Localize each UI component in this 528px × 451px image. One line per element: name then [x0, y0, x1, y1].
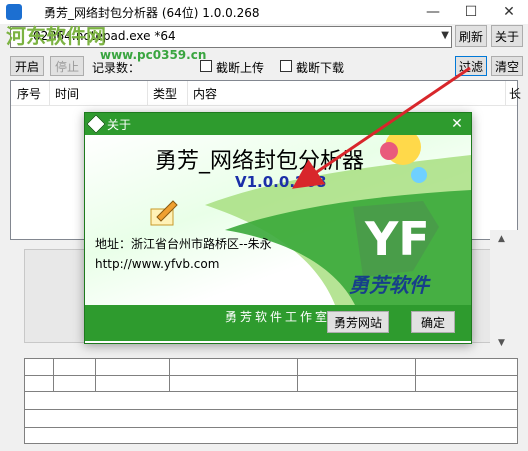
scroll-up-icon[interactable]: ▲ — [498, 234, 505, 244]
maximize-button[interactable]: ☐ — [452, 0, 490, 24]
grid-line — [169, 359, 170, 391]
filter-button[interactable]: 过滤 — [455, 56, 487, 76]
website-url: http://www.yfvb.com — [95, 257, 220, 271]
about-button[interactable]: 关于 — [491, 25, 523, 47]
block-upload-label: 截断上传 — [216, 61, 265, 75]
column-header-time[interactable]: 时间 — [55, 85, 79, 102]
column-header-index[interactable]: 序号 — [17, 85, 41, 102]
packet-list-header: 序号 时间 类型 内容 长 — [11, 81, 521, 106]
close-button[interactable]: ✕ — [490, 0, 528, 24]
grid-line — [25, 427, 517, 428]
about-dialog-title: 关于 — [107, 118, 132, 132]
grid-line — [415, 359, 416, 391]
website-button[interactable]: 勇芳网站 — [327, 311, 389, 333]
minimize-button[interactable]: — — [414, 0, 452, 24]
refresh-button[interactable]: 刷新 — [455, 25, 487, 47]
svg-text:YF: YF — [364, 212, 430, 266]
app-version: V1.0.0.268 — [235, 173, 327, 191]
app-name: 勇芳_网络封包分析器 — [155, 149, 365, 174]
start-button[interactable]: 开启 — [10, 56, 44, 76]
grid-line — [95, 359, 96, 391]
grid-line — [297, 359, 298, 391]
ok-button[interactable]: 确定 — [411, 311, 455, 333]
grid-line — [25, 391, 517, 392]
watermark-site-name: 河东软件网 — [6, 24, 106, 48]
column-divider[interactable] — [505, 81, 506, 105]
column-header-length[interactable]: 长 — [509, 85, 521, 102]
close-icon[interactable]: ✕ — [447, 114, 467, 134]
window-title: 勇芳_网络封包分析器 (64位) 1.0.0.268 — [44, 6, 260, 20]
grid-line — [25, 409, 517, 410]
grid-line — [53, 359, 54, 391]
scroll-down-icon[interactable]: ▼ — [498, 338, 505, 348]
column-divider[interactable] — [147, 81, 148, 105]
address-text: 地址：浙江省台州市路桥区--朱永 — [95, 237, 272, 251]
about-dialog-body: 勇芳_网络封包分析器 V1.0.0.268 YF 勇芳软件 地址：浙江省台州市路… — [85, 135, 471, 343]
block-download-label: 截断下载 — [296, 61, 345, 75]
column-header-content[interactable]: 内容 — [193, 85, 217, 102]
about-dialog-titlebar: 关于 ✕ — [85, 113, 471, 135]
stop-button[interactable]: 停止 — [50, 56, 84, 76]
studio-name: 勇芳软件工作室 — [225, 310, 331, 324]
pencil-icon — [150, 200, 178, 226]
column-divider[interactable] — [187, 81, 188, 105]
column-header-type[interactable]: 类型 — [153, 85, 177, 102]
brand-text: 勇芳软件 — [349, 273, 429, 297]
about-dialog: 关于 ✕ 勇芳_网络封包分析器 V1.0.0.268 YF 勇芳软件 地址：浙江… — [84, 112, 472, 344]
vertical-scrollbar[interactable]: ▲ ▼ — [490, 230, 518, 350]
hex-grid — [24, 358, 518, 444]
block-download-checkbox[interactable] — [280, 60, 292, 72]
app-icon — [6, 4, 22, 20]
chevron-down-icon[interactable]: ▼ — [441, 30, 449, 41]
grid-line — [25, 375, 517, 376]
clear-button[interactable]: 清空 — [491, 56, 523, 76]
column-divider[interactable] — [49, 81, 50, 105]
diamond-icon — [86, 114, 106, 134]
watermark-url: www.pc0359.cn — [100, 48, 207, 62]
